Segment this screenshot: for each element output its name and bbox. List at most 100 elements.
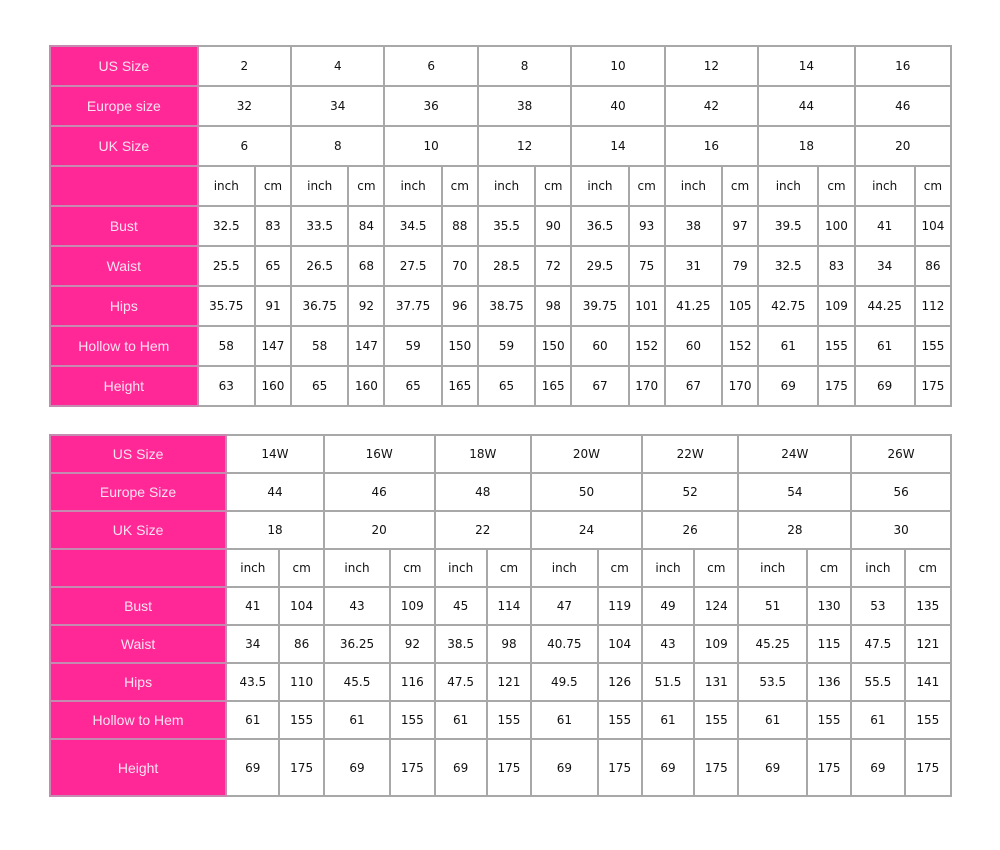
- measurement-value-cell: 86: [913, 245, 953, 287]
- measurement-value-cell: 100: [817, 205, 856, 247]
- measurement-value-cell: 110: [278, 662, 325, 702]
- measurement-value-cell: 38.5: [433, 624, 488, 664]
- measurement-row: Waist 34 86 36.25 92 38.5 98 40.75 104 43 109 45.25…: [48, 624, 953, 664]
- measurement-value-cell: 36.5: [570, 205, 630, 247]
- measurement-value-cell: 41.25: [663, 285, 723, 327]
- measurement-value-cell: 175: [485, 738, 533, 797]
- measurement-value-cell: 63: [196, 365, 256, 407]
- measurement-row: Hollow to Hem 61 155 61 155 61 155 61 155 61 155 61…: [48, 700, 953, 740]
- measurement-value-cell: 43.5: [225, 662, 281, 702]
- measurement-value-cell: 58: [196, 325, 256, 367]
- size-value-cell: 44: [757, 85, 856, 127]
- unit-header-row: inch cm inch cm inch cm inch cm inch cm inch cm inch…: [48, 548, 953, 588]
- row-label: Height: [48, 738, 228, 797]
- measurement-value-cell: 41: [225, 586, 281, 626]
- measurement-value-cell: 79: [720, 245, 760, 287]
- size-value-cell: 14W: [225, 434, 325, 474]
- standard-table-body: US Size 2 4 6 8 10 12 14 16 Europe size 32 34 36 38 40…: [49, 45, 953, 407]
- measurement-value-cell: 109: [389, 586, 436, 626]
- measurement-value-cell: 69: [433, 738, 488, 797]
- measurement-value-cell: 37.75: [383, 285, 443, 327]
- measurement-value-cell: 34.5: [383, 205, 443, 247]
- size-value-cell: 12: [476, 125, 573, 167]
- measurement-value-cell: 47.5: [433, 662, 488, 702]
- size-value-cell: 6: [196, 125, 293, 167]
- size-value-cell: 34: [290, 85, 386, 127]
- measurement-value-cell: 51.5: [640, 662, 696, 702]
- measurement-value-cell: 31: [663, 245, 723, 287]
- measurement-value-cell: 45.5: [322, 662, 392, 702]
- unit-inch-cell: inch: [570, 165, 630, 207]
- measurement-value-cell: 29.5: [570, 245, 630, 287]
- measurement-value-cell: 175: [596, 738, 643, 797]
- unit-cm-cell: cm: [913, 165, 953, 207]
- size-value-cell: 26W: [850, 434, 952, 474]
- measurement-value-cell: 69: [640, 738, 696, 797]
- measurement-value-cell: 72: [534, 245, 573, 287]
- measurement-value-cell: 61: [737, 700, 808, 740]
- standard-size-chart-table: US Size 2 4 6 8 10 12 14 16 Europe size 32 34 36 38 40…: [49, 45, 953, 407]
- size-value-cell: 2: [196, 45, 293, 87]
- measurement-value-cell: 53.5: [737, 662, 808, 702]
- size-value-cell: 6: [383, 45, 479, 87]
- row-label: Hips: [48, 662, 228, 702]
- measurement-value-cell: 96: [440, 285, 479, 327]
- measurement-value-cell: 69: [853, 365, 916, 407]
- measurement-value-cell: 32.5: [757, 245, 820, 287]
- measurement-value-cell: 135: [903, 586, 953, 626]
- measurement-value-cell: 75: [627, 245, 666, 287]
- row-label: UK Size: [49, 125, 199, 167]
- measurement-value-cell: 60: [570, 325, 630, 367]
- measurement-value-cell: 175: [278, 738, 325, 797]
- row-label: Hollow to Hem: [48, 700, 228, 740]
- measurement-value-cell: 68: [347, 245, 386, 287]
- unit-inch-cell: inch: [850, 548, 906, 588]
- measurement-value-cell: 43: [640, 624, 696, 664]
- measurement-value-cell: 38.75: [476, 285, 537, 327]
- measurement-value-cell: 69: [530, 738, 599, 797]
- measurement-value-cell: 61: [850, 700, 906, 740]
- measurement-value-cell: 155: [903, 700, 953, 740]
- measurement-value-cell: 155: [805, 700, 853, 740]
- measurement-value-cell: 61: [757, 325, 820, 367]
- unit-cm-cell: cm: [693, 548, 740, 588]
- unit-inch-cell: inch: [433, 548, 488, 588]
- measurement-value-cell: 150: [440, 325, 479, 367]
- measurement-value-cell: 49.5: [530, 662, 599, 702]
- size-value-cell: 22W: [640, 434, 740, 474]
- measurement-value-cell: 45.25: [737, 624, 808, 664]
- plus-table-body: US Size 14W 16W 18W 20W 22W 24W 26W Europe Size 4…: [48, 434, 953, 797]
- measurement-value-cell: 58: [290, 325, 350, 367]
- unit-cm-cell: cm: [485, 548, 533, 588]
- measurement-value-cell: 61: [640, 700, 696, 740]
- measurement-value-cell: 41: [853, 205, 916, 247]
- measurement-value-cell: 61: [322, 700, 392, 740]
- plus-size-chart-table: US Size 14W 16W 18W 20W 22W 24W 26W Europe Size 4…: [48, 434, 953, 797]
- size-value-cell: 50: [530, 472, 643, 512]
- measurement-value-cell: 44.25: [853, 285, 916, 327]
- size-value-cell: 4: [290, 45, 386, 87]
- size-header-row: UK Size 6 8 10 12 14 16 18 20: [49, 125, 953, 167]
- measurement-value-cell: 43: [322, 586, 392, 626]
- unit-inch-cell: inch: [383, 165, 443, 207]
- measurement-row: Hips 43.5 110 45.5 116 47.5 121 49.5 126 51.5 131 5…: [48, 662, 953, 702]
- measurement-value-cell: 28.5: [476, 245, 537, 287]
- size-value-cell: 46: [322, 472, 436, 512]
- size-value-cell: 26: [640, 510, 740, 550]
- size-value-cell: 10: [383, 125, 479, 167]
- measurement-value-cell: 112: [913, 285, 953, 327]
- measurement-row: Height 69 175 69 175 69 175 69 175 69 175 69 175 69 17…: [48, 738, 953, 797]
- measurement-value-cell: 84: [347, 205, 386, 247]
- measurement-value-cell: 175: [389, 738, 436, 797]
- measurement-value-cell: 165: [440, 365, 479, 407]
- measurement-value-cell: 109: [693, 624, 740, 664]
- unit-cm-cell: cm: [347, 165, 386, 207]
- measurement-value-cell: 104: [596, 624, 643, 664]
- row-label: Waist: [49, 245, 199, 287]
- measurement-value-cell: 67: [570, 365, 630, 407]
- measurement-value-cell: 26.5: [290, 245, 350, 287]
- measurement-value-cell: 34: [853, 245, 916, 287]
- measurement-value-cell: 175: [805, 738, 853, 797]
- unit-header-row: inch cm inch cm inch cm inch cm inch cm inch cm inch…: [49, 165, 953, 207]
- size-value-cell: 16: [853, 45, 953, 87]
